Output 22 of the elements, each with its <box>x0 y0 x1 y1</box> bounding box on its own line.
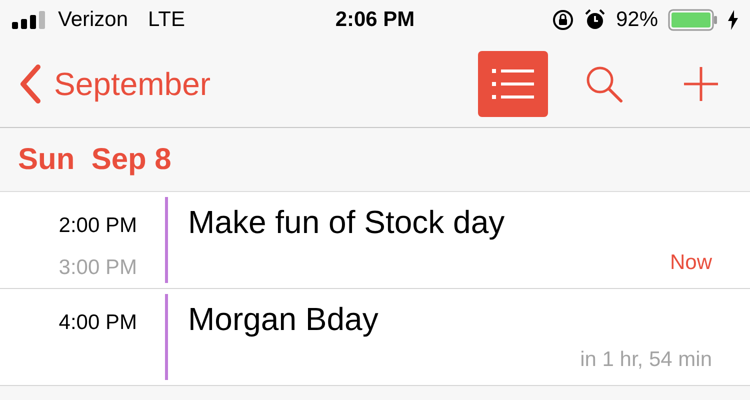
plus-icon <box>683 66 719 102</box>
network-type: LTE <box>148 7 186 34</box>
list-icon <box>492 68 534 98</box>
event-status: in 1 hr, 54 min <box>580 346 712 372</box>
list-view-button[interactable] <box>478 50 548 116</box>
alarm-icon <box>584 9 606 31</box>
add-button[interactable] <box>682 64 720 102</box>
end-time: 3:00 PM <box>58 254 137 280</box>
battery-percent: 92% <box>616 7 658 34</box>
start-time: 4:00 PM <box>58 310 137 336</box>
charging-bolt-icon <box>728 10 738 30</box>
back-chevron-icon <box>18 64 42 104</box>
start-time: 2:00 PM <box>58 213 137 239</box>
event-status: Now <box>670 250 712 276</box>
clock-time: 2:06 PM <box>335 7 415 34</box>
battery-icon <box>668 9 718 31</box>
rotation-lock-icon <box>552 9 574 31</box>
search-icon <box>585 64 623 102</box>
event-title: Make fun of Stock day <box>188 203 506 242</box>
event-title: Morgan Bday <box>188 300 380 339</box>
day-header: Sun Sep 8 <box>18 142 172 178</box>
carrier-name: Verizon <box>58 7 128 34</box>
